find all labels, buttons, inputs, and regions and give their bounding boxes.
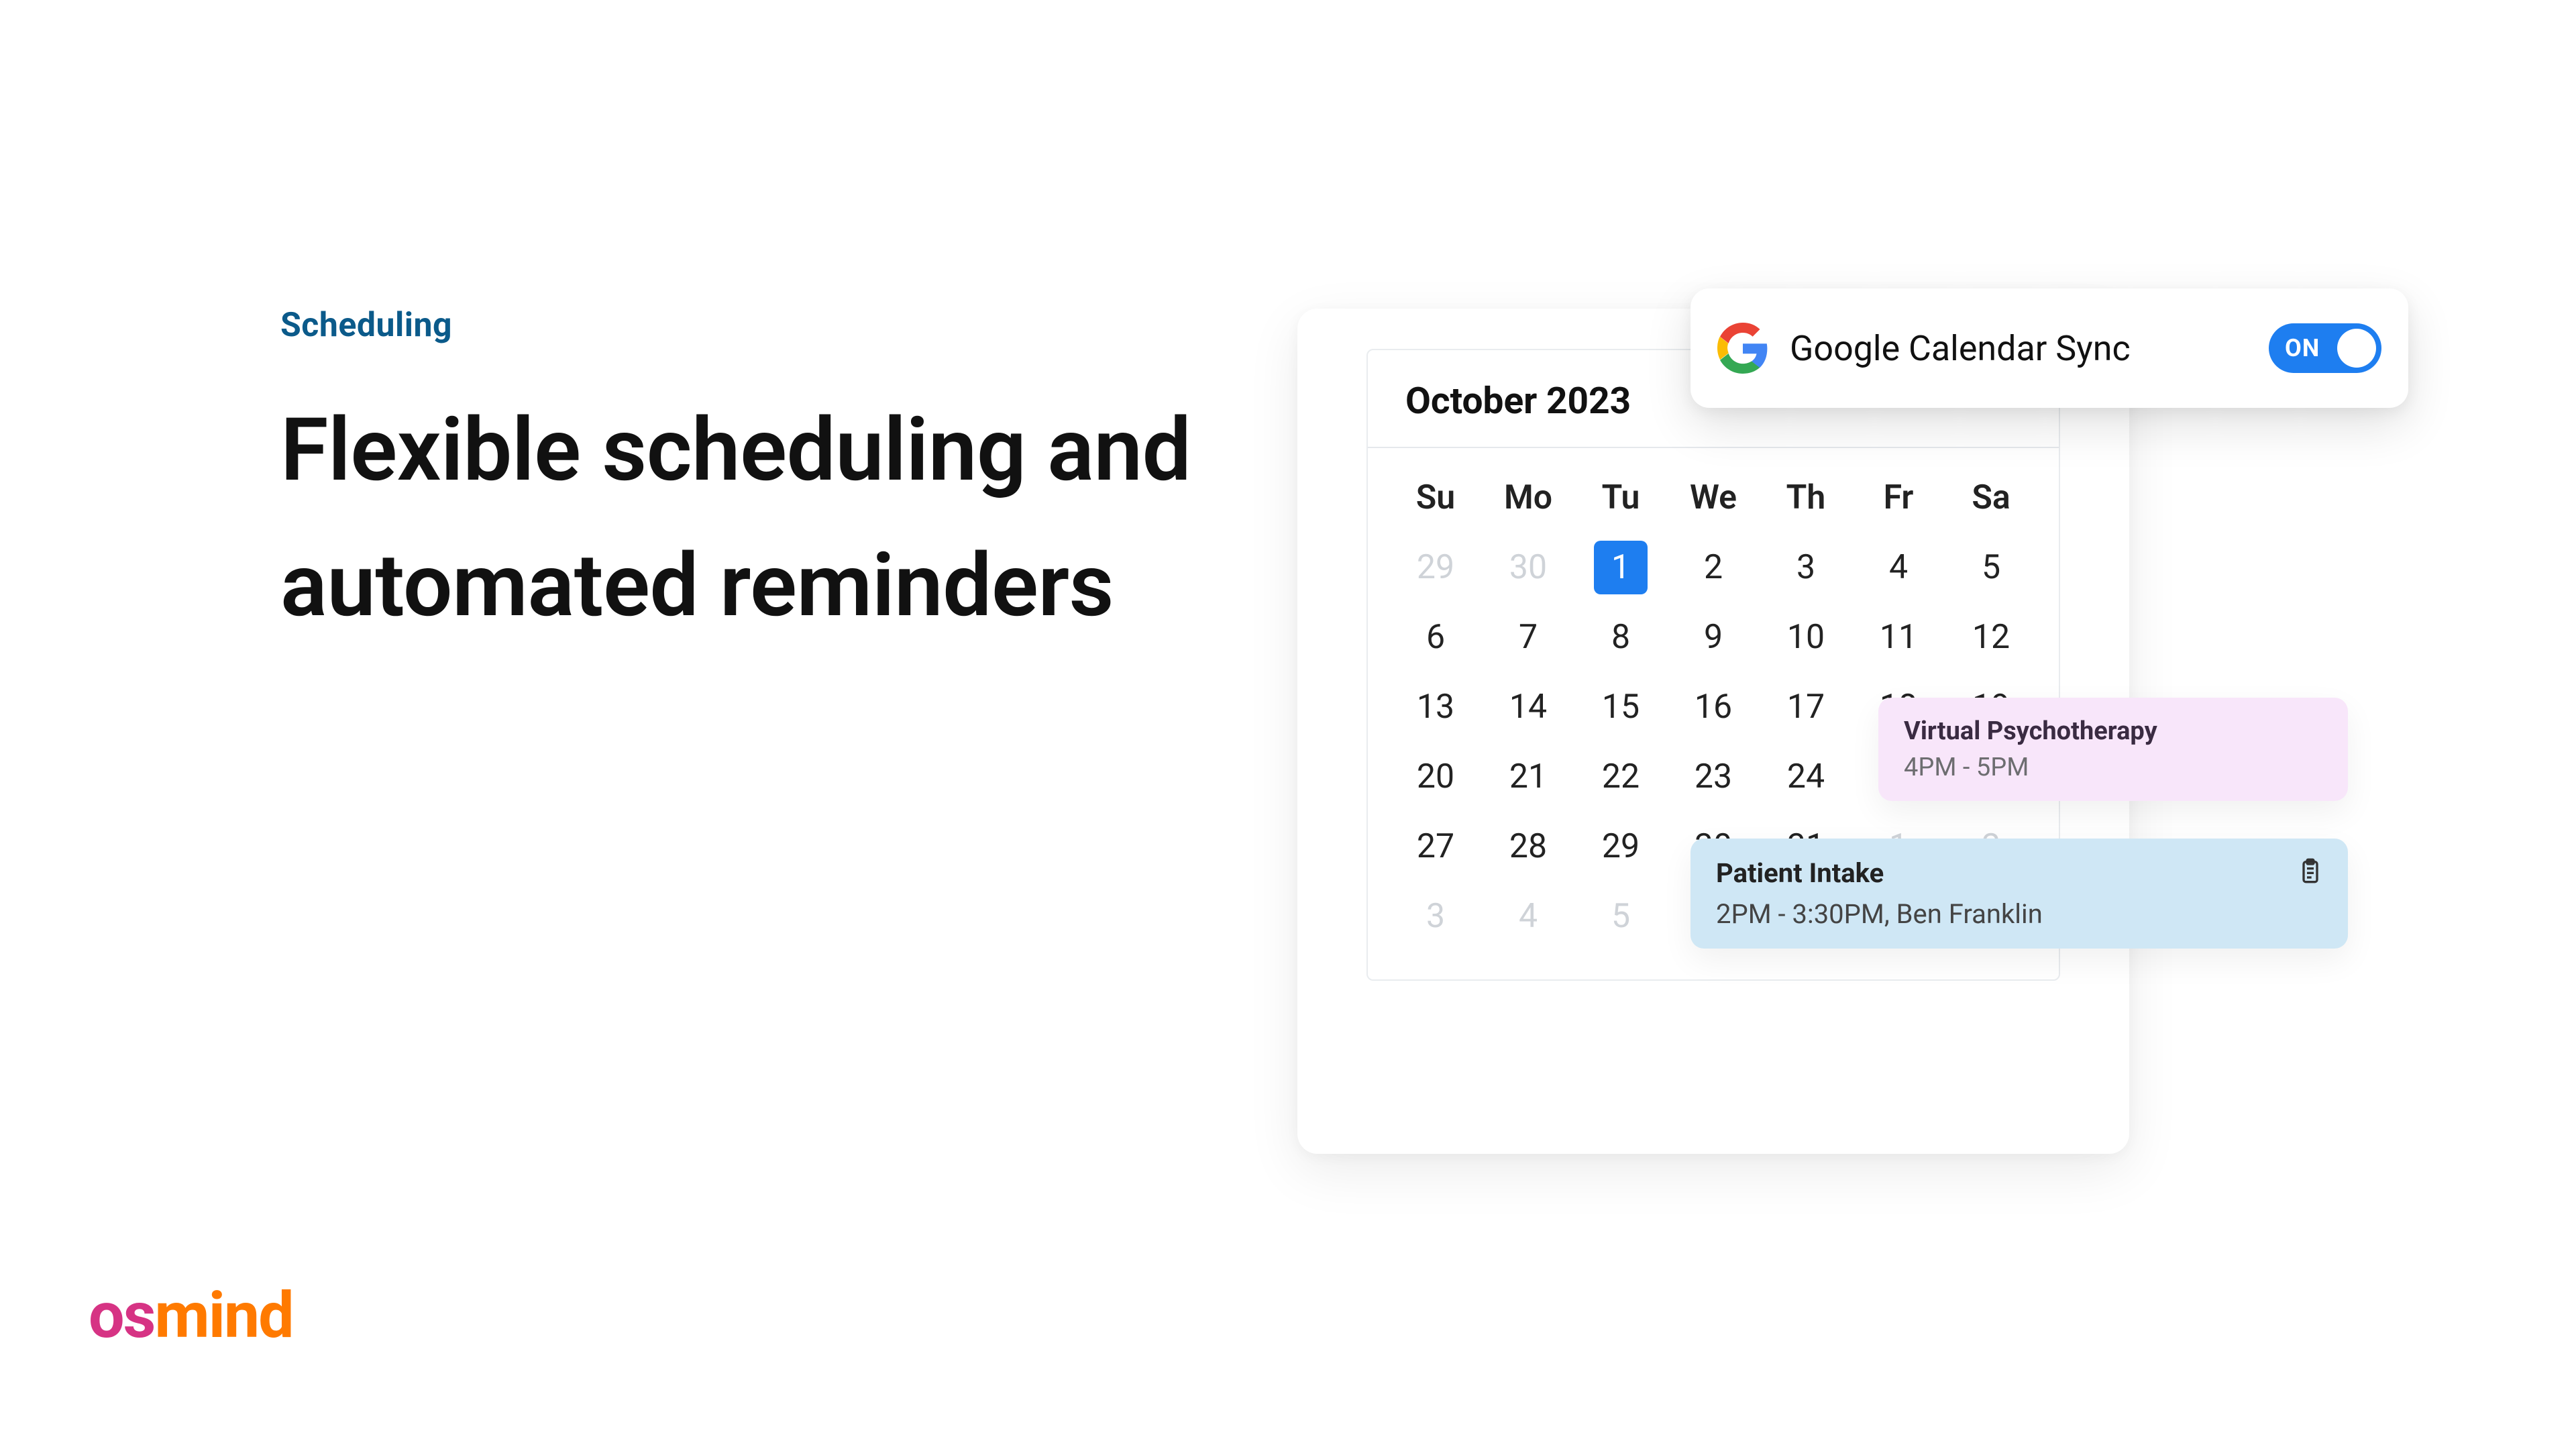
calendar-day-header: Mo <box>1482 463 1574 533</box>
clipboard-icon <box>2297 856 2324 893</box>
logo-part-os: os <box>89 1279 154 1353</box>
page-headline: Flexible scheduling and automated remind… <box>280 382 1220 653</box>
toggle-state-text: ON <box>2285 334 2320 362</box>
google-sync-toggle[interactable]: ON <box>2269 323 2381 373</box>
event-time: 4PM - 5PM <box>1904 753 2322 782</box>
calendar-day-cell[interactable]: 20 <box>1389 742 1482 812</box>
calendar-day-cell[interactable]: 12 <box>1945 602 2037 672</box>
toggle-knob <box>2337 329 2376 368</box>
calendar-day-header: Su <box>1389 463 1482 533</box>
event-card-virtual-psychotherapy[interactable]: Virtual Psychotherapy 4PM - 5PM <box>1878 698 2348 801</box>
calendar-day-cell[interactable]: 5 <box>1945 533 2037 602</box>
calendar-day-cell[interactable]: 5 <box>1574 881 1667 951</box>
event-time: 2PM - 3:30PM, Ben Franklin <box>1716 898 2322 930</box>
google-icon <box>1717 323 1768 374</box>
google-sync-card: Google Calendar Sync ON <box>1690 288 2408 408</box>
calendar-day-cell[interactable]: 29 <box>1574 812 1667 881</box>
calendar-day-cell[interactable]: 16 <box>1667 672 1760 742</box>
calendar-day-cell[interactable]: 11 <box>1852 602 1945 672</box>
calendar-day-cell[interactable]: 17 <box>1760 672 1852 742</box>
calendar-day-cell[interactable]: 1 <box>1594 541 1648 594</box>
section-eyebrow: Scheduling <box>280 306 452 345</box>
logo-part-mind: mind <box>154 1279 292 1353</box>
calendar-day-cell[interactable]: 21 <box>1482 742 1574 812</box>
event-card-patient-intake[interactable]: Patient Intake 2PM - 3:30PM, Ben Frankli… <box>1690 839 2348 949</box>
calendar-day-header: Sa <box>1945 463 2037 533</box>
calendar-day-cell[interactable]: 6 <box>1389 602 1482 672</box>
calendar-day-cell[interactable]: 8 <box>1574 602 1667 672</box>
calendar-day-cell[interactable]: 29 <box>1389 533 1482 602</box>
event-title: Patient Intake <box>1716 857 2322 889</box>
calendar-day-cell[interactable]: 10 <box>1760 602 1852 672</box>
calendar-day-cell[interactable]: 28 <box>1482 812 1574 881</box>
calendar-day-cell[interactable]: 4 <box>1482 881 1574 951</box>
calendar-day-cell[interactable]: 15 <box>1574 672 1667 742</box>
calendar-day-cell[interactable]: 27 <box>1389 812 1482 881</box>
calendar-day-cell[interactable]: 9 <box>1667 602 1760 672</box>
calendar-day-cell[interactable]: 13 <box>1389 672 1482 742</box>
event-title: Virtual Psychotherapy <box>1904 716 2322 746</box>
calendar-day-cell[interactable]: 24 <box>1760 742 1852 812</box>
calendar-day-cell[interactable]: 4 <box>1852 533 1945 602</box>
calendar-day-header: Fr <box>1852 463 1945 533</box>
calendar-day-cell[interactable]: 14 <box>1482 672 1574 742</box>
calendar-day-header: Tu <box>1574 463 1667 533</box>
google-sync-label: Google Calendar Sync <box>1790 328 2247 369</box>
brand-logo: osmind <box>89 1279 293 1353</box>
calendar-day-header: Th <box>1760 463 1852 533</box>
calendar-day-cell[interactable]: 30 <box>1482 533 1574 602</box>
calendar-day-cell[interactable]: 22 <box>1574 742 1667 812</box>
calendar-day-header: We <box>1667 463 1760 533</box>
calendar-day-cell[interactable]: 7 <box>1482 602 1574 672</box>
calendar-day-cell[interactable]: 23 <box>1667 742 1760 812</box>
calendar-day-cell[interactable]: 3 <box>1389 881 1482 951</box>
calendar-day-cell[interactable]: 3 <box>1760 533 1852 602</box>
calendar-day-cell[interactable]: 2 <box>1667 533 1760 602</box>
